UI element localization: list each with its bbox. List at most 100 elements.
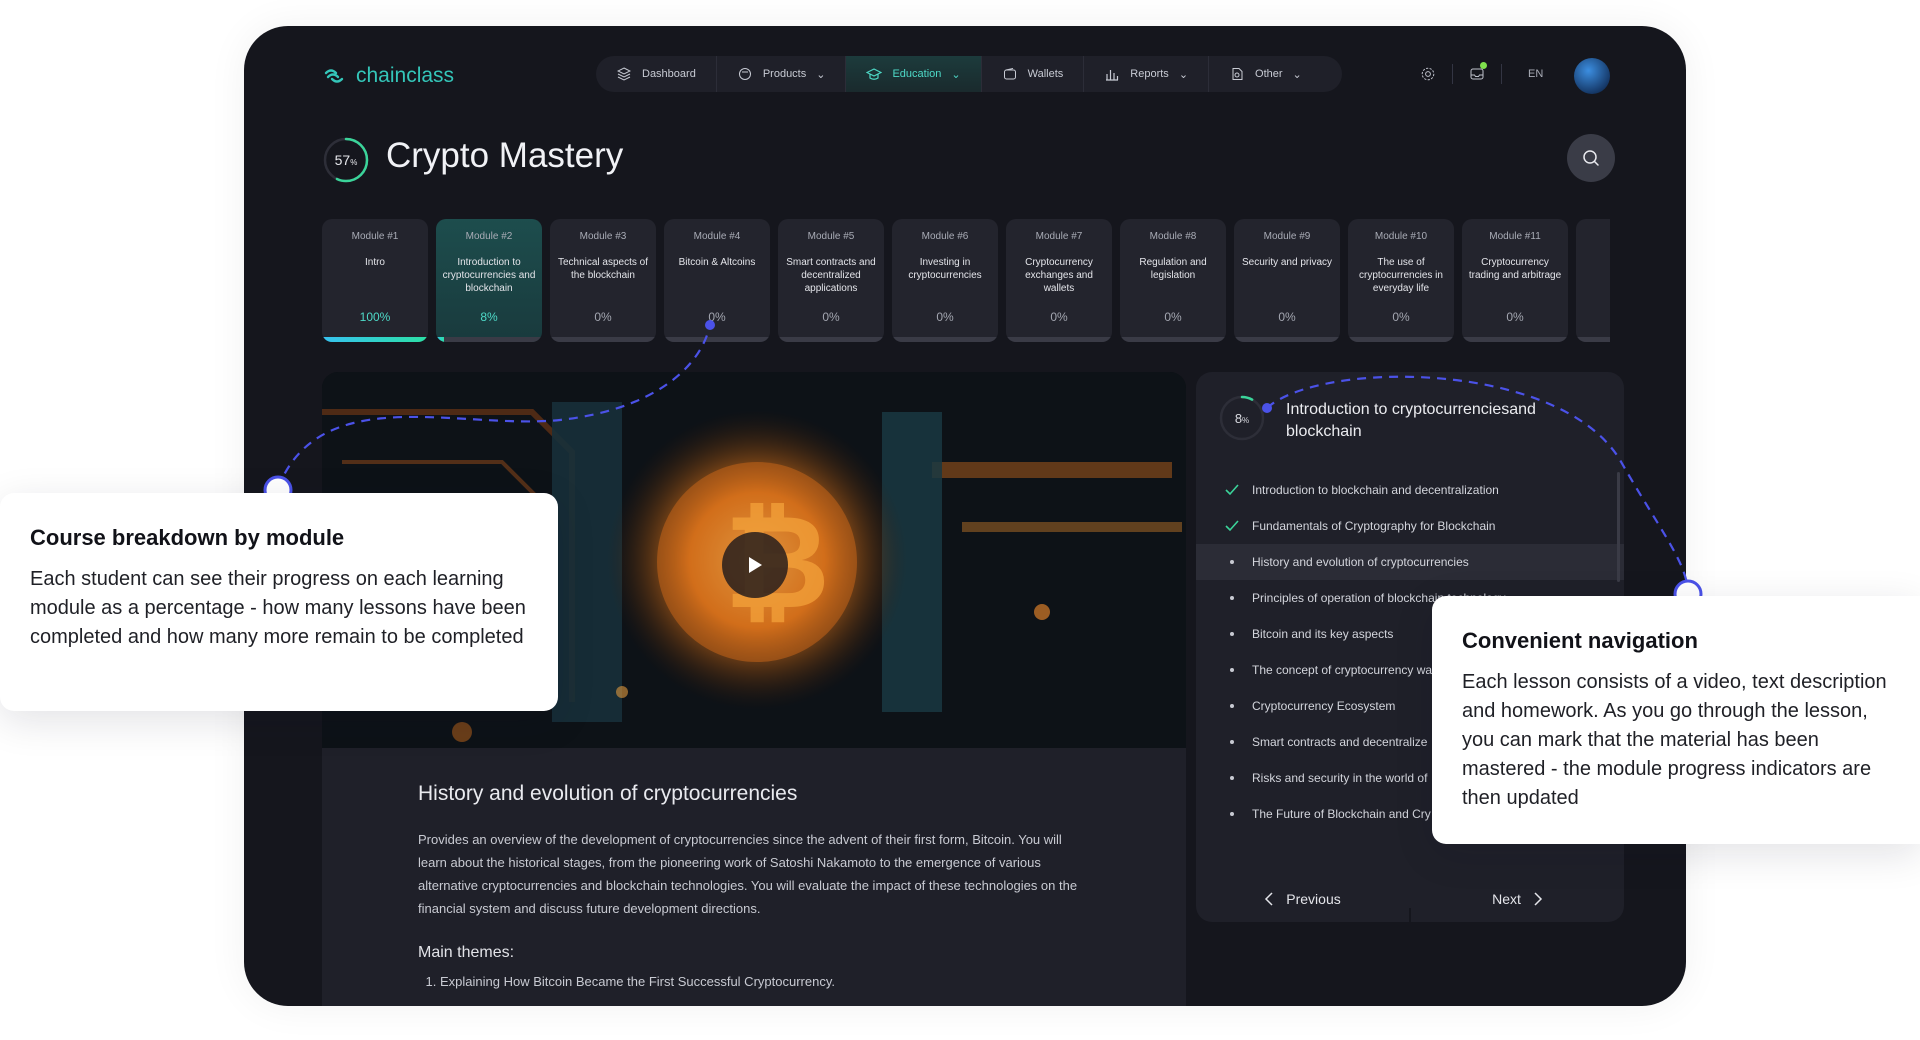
module-card[interactable]: Module #4 Bitcoin & Altcoins 0% — [664, 219, 770, 342]
callout-title: Course breakdown by module — [30, 525, 345, 550]
module-card[interactable]: Mo Toke — [1576, 219, 1610, 342]
lesson-label: Risks and security in the world of — [1252, 771, 1428, 785]
module-progress-bar — [436, 337, 542, 342]
document-icon — [1229, 66, 1245, 82]
course-progress-text: 57% — [322, 136, 370, 184]
lesson-item[interactable]: Fundamentals of Cryptography for Blockch… — [1196, 508, 1624, 544]
lesson-content: History and evolution of cryptocurrencie… — [322, 748, 1186, 1006]
nav-label: Reports — [1130, 68, 1169, 80]
lesson-navigation: Previous Next — [1196, 876, 1624, 922]
bullet-icon — [1224, 662, 1240, 678]
nav-label: Other — [1255, 68, 1283, 80]
module-name: The use of cryptocurrencies in everyday … — [1359, 257, 1443, 294]
play-button[interactable] — [722, 532, 788, 598]
module-name: Investing in cryptocurrencies — [908, 257, 982, 281]
bullet-icon — [1224, 626, 1240, 642]
settings-button[interactable] — [1414, 60, 1442, 88]
nav-label: Wallets — [1027, 68, 1064, 80]
products-icon — [737, 66, 753, 82]
chevron-right-icon — [1534, 892, 1542, 906]
bullet-icon — [1224, 770, 1240, 786]
logo-text: chainclass — [356, 64, 455, 87]
callout-navigation: Convenient navigation Each lesson consis… — [1432, 596, 1920, 844]
nav-label: Products — [762, 68, 807, 80]
module-card[interactable]: Module #10 The use of cryptocurrencies in… — [1348, 219, 1454, 342]
chevron-down-icon: ⌄ — [951, 68, 961, 81]
chain-logo-icon — [324, 69, 344, 83]
lesson-item[interactable]: History and evolution of cryptocurrencie… — [1196, 544, 1624, 580]
nav-label: Education — [892, 68, 942, 80]
nav-wallets[interactable]: Wallets — [982, 56, 1085, 92]
module-percent: 0% — [1506, 310, 1524, 324]
module-name: Toke — [1582, 256, 1610, 269]
logo[interactable]: chainclass — [322, 64, 454, 88]
lesson-label: Smart contracts and decentralize — [1252, 735, 1428, 749]
module-card[interactable]: Module #8 Regulation and legislation 0% — [1120, 219, 1226, 342]
module-card[interactable]: Module #7 Cryptocurrency exchanges and wa… — [1006, 219, 1112, 342]
module-percent: 0% — [936, 310, 954, 324]
module-title: Introduction to cryptocurrenciesand bloc… — [1286, 401, 1536, 440]
previous-button[interactable]: Previous — [1196, 876, 1409, 922]
check-icon — [1224, 482, 1240, 498]
lesson-item[interactable]: Introduction to blockchain and decentral… — [1196, 472, 1624, 508]
chevron-left-icon — [1265, 892, 1273, 906]
module-name: Cryptocurrency trading and arbitrage — [1468, 257, 1562, 281]
module-card[interactable]: Module #5 Smart contracts and decentraliz… — [778, 219, 884, 342]
header-actions: EN — [1414, 60, 1543, 88]
search-button[interactable] — [1567, 134, 1615, 182]
main-nav: Dashboard Products ⌄ Education ⌄ Wallets… — [596, 56, 1342, 92]
module-card[interactable]: Module #3 Technical aspects of the blockc… — [550, 219, 656, 342]
chevron-down-icon: ⌄ — [816, 68, 826, 81]
module-percent: 100% — [359, 310, 391, 324]
chevron-down-icon: ⌄ — [1292, 68, 1302, 81]
module-percent: 8% — [480, 310, 498, 324]
module-progress-fill — [322, 337, 428, 342]
module-card[interactable]: Module #1 Intro 100% — [322, 219, 428, 342]
module-card[interactable]: Module #6 Investing in cryptocurrencies 0% — [892, 219, 998, 342]
play-icon — [749, 557, 762, 573]
graduation-cap-icon — [866, 66, 883, 82]
nav-products[interactable]: Products ⌄ — [717, 56, 847, 92]
nav-reports[interactable]: Reports ⌄ — [1084, 56, 1210, 92]
module-card[interactable]: Module #2 Introduction to cryptocurrencie… — [436, 219, 542, 342]
module-number: Module #6 — [921, 231, 969, 242]
module-number: Module #4 — [693, 231, 741, 242]
previous-label: Previous — [1286, 891, 1341, 907]
lesson-label: Bitcoin and its key aspects — [1252, 627, 1394, 641]
module-progress-bar — [892, 337, 998, 342]
module-card[interactable]: Module #9 Security and privacy 0% — [1234, 219, 1340, 342]
module-progress-bar — [1348, 337, 1454, 342]
avatar[interactable] — [1574, 58, 1610, 94]
bullet-icon — [1224, 554, 1240, 570]
module-progress-text: 8% — [1218, 394, 1266, 442]
module-progress-bar — [1462, 337, 1568, 342]
module-percent: 0% — [708, 310, 726, 324]
module-list: Module #1 Intro 100% Module #2 Introduction … — [322, 219, 1610, 342]
notifications-button[interactable] — [1463, 60, 1491, 88]
nav-education[interactable]: Education ⌄ — [846, 56, 982, 92]
module-percent: 0% — [822, 310, 840, 324]
chevron-down-icon: ⌄ — [1178, 68, 1189, 81]
course-progress-value: 57 — [334, 152, 351, 168]
nav-dashboard[interactable]: Dashboard — [596, 56, 717, 92]
language-switch[interactable]: EN — [1528, 68, 1543, 80]
module-name: Security and privacy — [1241, 257, 1333, 268]
module-number: Module #8 — [1149, 231, 1197, 242]
module-card[interactable]: Module #11 Cryptocurrency trading and arb… — [1462, 219, 1568, 342]
module-name: Bitcoin & Altcoins — [678, 257, 756, 268]
module-name: Smart contracts and decentralized applic… — [786, 257, 876, 294]
module-name: Introduction to cryptocurrencies and blo… — [442, 257, 536, 294]
next-label: Next — [1492, 891, 1521, 907]
module-number: Module #10 — [1374, 231, 1428, 242]
scrollbar[interactable] — [1617, 472, 1620, 582]
check-icon — [1224, 518, 1240, 534]
module-progress-value: 8 — [1234, 410, 1243, 426]
nav-other[interactable]: Other ⌄ — [1209, 56, 1322, 92]
callout-title: Convenient navigation — [1462, 628, 1698, 653]
lesson-label: The Future of Blockchain and Cry — [1252, 807, 1431, 821]
next-button[interactable]: Next — [1411, 876, 1624, 922]
stage: chainclass Dashboard Products ⌄ Educatio… — [0, 0, 1920, 1040]
bar-chart-icon — [1104, 66, 1120, 82]
module-number: Module #2 — [465, 231, 513, 242]
search-icon — [1583, 150, 1599, 166]
